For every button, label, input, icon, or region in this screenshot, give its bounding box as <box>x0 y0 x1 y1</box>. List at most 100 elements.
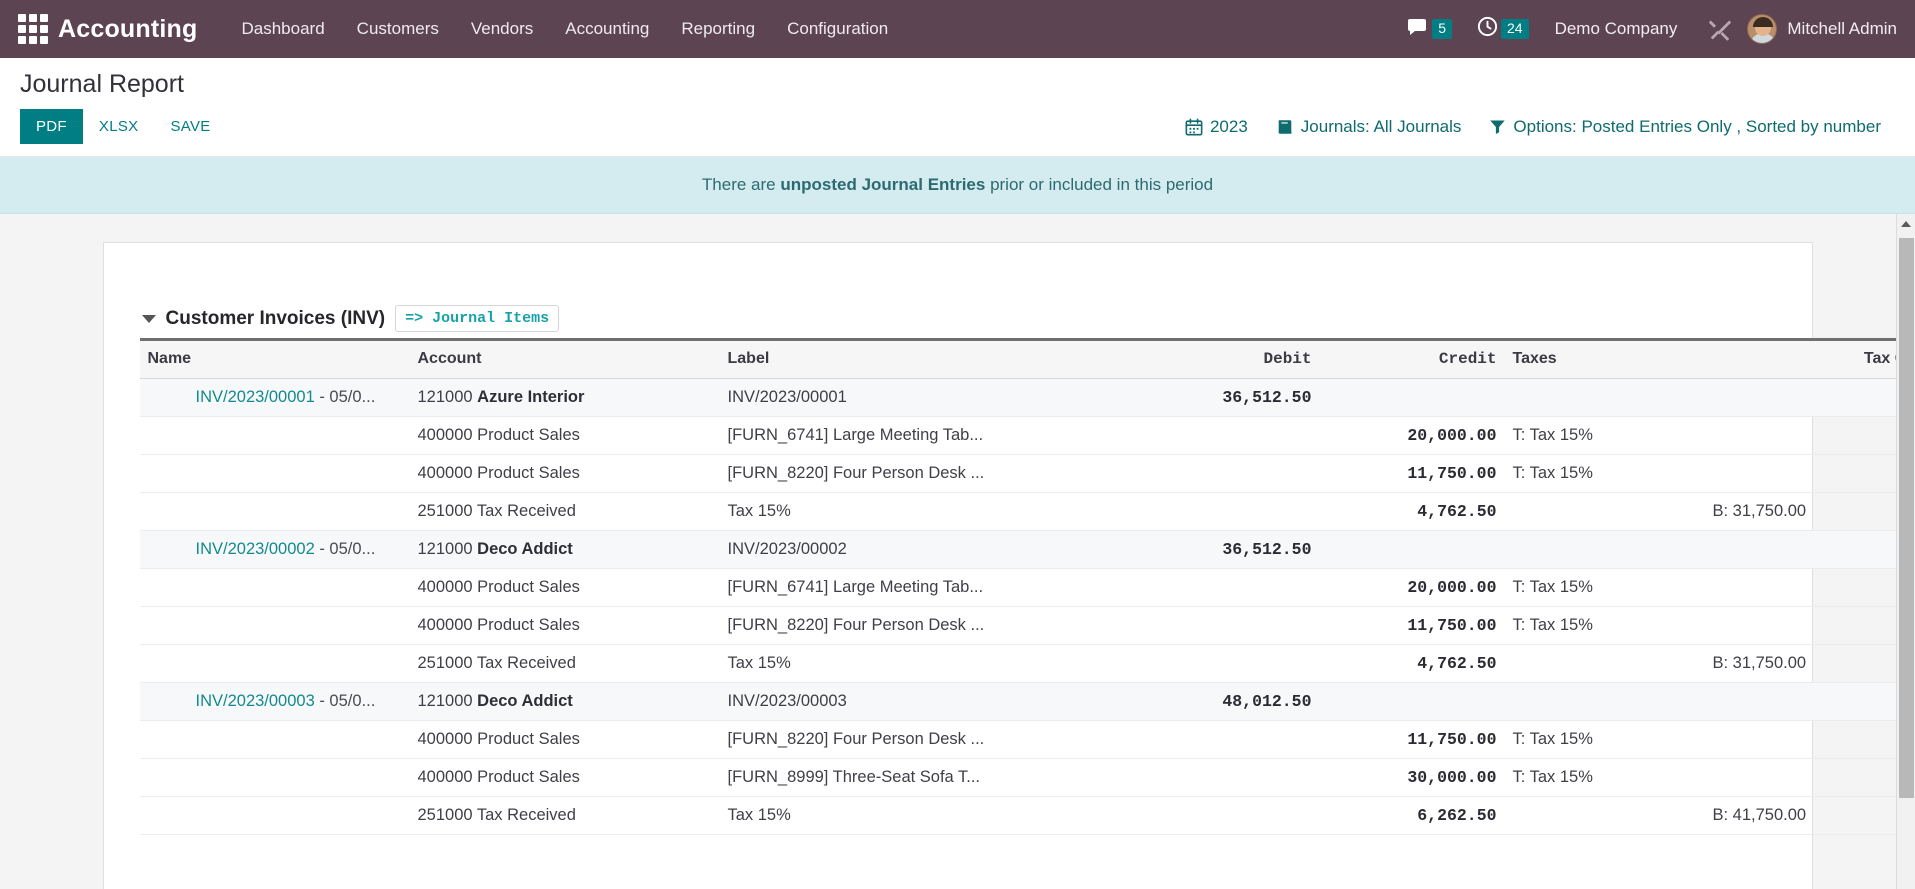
xlsx-button[interactable]: XLSX <box>83 109 155 144</box>
column-header-account[interactable]: Account <box>409 338 720 379</box>
cell-tax-grids <box>1704 758 1915 797</box>
debug-tools-icon[interactable] <box>1693 16 1747 42</box>
table-row[interactable]: INV/2023/00001 - 05/0... 121000 Azure Int… <box>139 378 1915 417</box>
column-header-name[interactable]: Name <box>139 338 410 379</box>
company-switcher[interactable]: Demo Company <box>1541 19 1694 39</box>
caret-down-icon[interactable] <box>141 314 156 323</box>
user-menu-mitchell-admin[interactable]: Mitchell Admin <box>1787 19 1897 39</box>
messages-count-badge: 5 <box>1432 19 1452 39</box>
cell-taxes <box>1504 530 1705 569</box>
table-row[interactable]: 251000 Tax Received Tax 15% 4,762.50 B: 31,… <box>139 492 1915 531</box>
menu-item-customers[interactable]: Customers <box>341 13 455 45</box>
table-row[interactable]: 400000 Product Sales [FURN_6741] Large Me… <box>139 416 1915 455</box>
table-row[interactable]: 251000 Tax Received Tax 15% 4,762.50 B: 31,… <box>139 644 1915 683</box>
cell-account: 251000 Tax Received <box>409 796 720 835</box>
cell-debit <box>1119 758 1320 797</box>
cell-name <box>139 568 410 607</box>
entry-link[interactable]: INV/2023/00002 <box>196 540 315 558</box>
menu-item-vendors[interactable]: Vendors <box>455 13 549 45</box>
table-row[interactable]: INV/2023/00003 - 05/0... 121000 Deco Addi… <box>139 682 1915 721</box>
book-icon <box>1276 118 1294 136</box>
cell-label: INV/2023/00002 <box>719 530 1120 569</box>
vertical-scrollbar[interactable] <box>1896 214 1915 889</box>
export-button-group: PDF XLSX SAVE <box>20 109 227 144</box>
cell-label: [FURN_8220] Four Person Desk ... <box>719 454 1120 493</box>
cell-credit: 30,000.00 <box>1319 758 1505 797</box>
banner-strong-link[interactable]: unposted Journal Entries <box>780 175 985 194</box>
cell-name[interactable]: INV/2023/00003 - 05/0... <box>139 682 410 721</box>
messages-button[interactable]: 5 <box>1394 15 1464 44</box>
table-row[interactable]: INV/2023/00002 - 05/0... 121000 Deco Addi… <box>139 530 1915 569</box>
cell-name[interactable]: INV/2023/00001 - 05/0... <box>139 378 410 417</box>
scrollbar-thumb[interactable] <box>1899 238 1914 798</box>
account-code: 400000 <box>417 464 478 482</box>
cell-taxes <box>1504 796 1705 835</box>
account-name: Product Sales <box>477 730 580 748</box>
cell-tax-grids: B: 31,750.00 <box>1704 644 1915 683</box>
apps-grid-icon[interactable] <box>18 14 48 44</box>
activities-button[interactable]: 24 <box>1464 15 1541 43</box>
cell-debit: 36,512.50 <box>1119 378 1320 417</box>
cell-credit: 6,262.50 <box>1319 796 1505 835</box>
column-header-label[interactable]: Label <box>719 338 1120 379</box>
cell-taxes: T: Tax 15% <box>1504 606 1705 645</box>
cell-label: INV/2023/00001 <box>719 378 1120 417</box>
app-brand-accounting[interactable]: Accounting <box>58 15 198 44</box>
cell-tax-grids <box>1704 568 1915 607</box>
menu-item-dashboard[interactable]: Dashboard <box>226 13 341 45</box>
cell-debit <box>1119 416 1320 455</box>
cell-credit: 4,762.50 <box>1319 492 1505 531</box>
cell-credit <box>1319 378 1505 417</box>
account-code: 400000 <box>417 730 478 748</box>
save-button[interactable]: SAVE <box>154 109 226 144</box>
table-row[interactable]: 400000 Product Sales [FURN_8220] Four Per… <box>139 606 1915 645</box>
menu-item-accounting[interactable]: Accounting <box>549 13 665 45</box>
journals-filter-label: Journals: All Journals <box>1300 116 1462 136</box>
cell-label: Tax 15% <box>719 644 1120 683</box>
report-sheet: Customer Invoices (INV) => Journal Items… <box>102 242 1915 889</box>
table-row[interactable]: 400000 Product Sales [FURN_8220] Four Per… <box>139 720 1915 759</box>
table-row[interactable]: 400000 Product Sales [FURN_8220] Four Per… <box>139 454 1915 493</box>
unposted-entries-banner[interactable]: There are unposted Journal Entries prior… <box>0 157 1915 214</box>
entry-link[interactable]: INV/2023/00001 <box>196 388 315 406</box>
scroll-up-arrow-icon[interactable] <box>1897 214 1915 233</box>
avatar[interactable] <box>1747 14 1778 44</box>
entry-link[interactable]: INV/2023/00003 <box>196 692 315 710</box>
account-name: Azure Interior <box>477 388 585 406</box>
table-row[interactable]: 251000 Tax Received Tax 15% 6,262.50 B: 41,… <box>139 796 1915 835</box>
cell-account: 121000 Deco Addict <box>409 682 720 721</box>
cell-taxes: T: Tax 15% <box>1504 416 1705 455</box>
cell-debit <box>1119 644 1320 683</box>
navbar-systray: 5 24 Demo Company Mitchell Admin <box>1394 14 1897 44</box>
pdf-button[interactable]: PDF <box>20 109 83 144</box>
journals-filter-button[interactable]: Journals: All Journals <box>1262 113 1476 141</box>
menu-item-reporting[interactable]: Reporting <box>665 13 771 45</box>
column-header-credit[interactable]: Credit <box>1319 338 1505 379</box>
date-filter-button[interactable]: 2023 <box>1171 113 1262 141</box>
cell-account: 121000 Deco Addict <box>409 530 720 569</box>
column-header-tax-grids[interactable]: Tax Grids <box>1704 338 1915 379</box>
top-navbar: Accounting Dashboard Customers Vendors A… <box>0 0 1915 58</box>
table-row[interactable]: 400000 Product Sales [FURN_8999] Three-Se… <box>139 758 1915 797</box>
table-row[interactable]: 400000 Product Sales [FURN_6741] Large Me… <box>139 568 1915 607</box>
column-header-taxes[interactable]: Taxes <box>1504 338 1705 379</box>
cell-name <box>139 606 410 645</box>
cell-account: 400000 Product Sales <box>409 720 720 759</box>
column-header-debit[interactable]: Debit <box>1119 338 1320 379</box>
cell-account: 251000 Tax Received <box>409 492 720 531</box>
cell-label: [FURN_6741] Large Meeting Tab... <box>719 416 1120 455</box>
options-filter-button[interactable]: Options: Posted Entries Only , Sorted by… <box>1475 113 1895 141</box>
cell-name <box>139 758 410 797</box>
menu-item-configuration[interactable]: Configuration <box>771 13 904 45</box>
cell-credit: 20,000.00 <box>1319 416 1505 455</box>
cell-debit <box>1119 454 1320 493</box>
account-name: Deco Addict <box>477 540 573 558</box>
cell-name[interactable]: INV/2023/00002 - 05/0... <box>139 530 410 569</box>
cell-taxes: T: Tax 15% <box>1504 758 1705 797</box>
cell-credit: 20,000.00 <box>1319 568 1505 607</box>
account-code: 400000 <box>417 578 478 596</box>
cell-tax-grids <box>1704 606 1915 645</box>
clock-icon <box>1476 15 1499 43</box>
account-code: 251000 <box>417 502 477 520</box>
journal-items-button[interactable]: => Journal Items <box>395 305 560 332</box>
